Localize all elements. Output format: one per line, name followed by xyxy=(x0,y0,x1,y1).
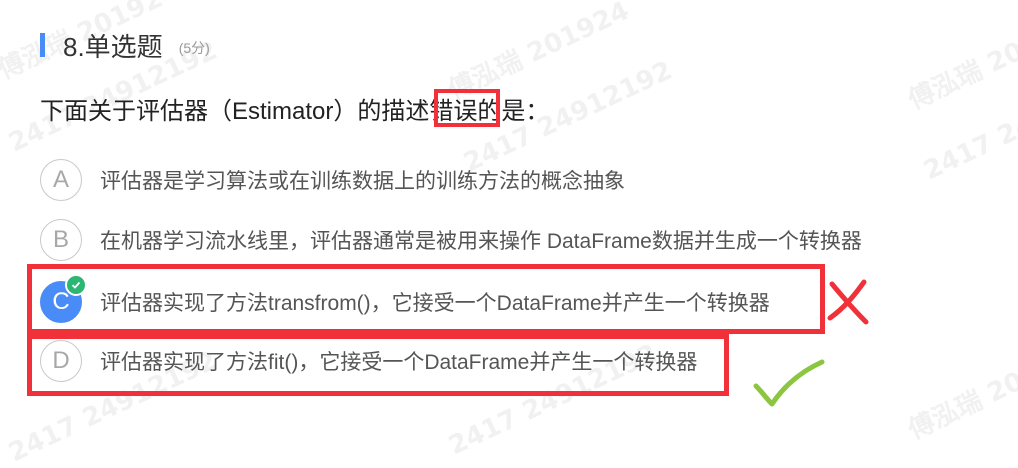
option-d-annotation-frame xyxy=(27,334,729,396)
green-check-icon xyxy=(753,359,825,407)
question-title: 8.单选题 xyxy=(63,31,163,62)
question-score: (5分) xyxy=(178,40,210,56)
option-c-annotation-frame xyxy=(27,264,825,334)
title-accent-bar xyxy=(40,33,45,57)
watermark-text: 傅泓瑞 201924 xyxy=(903,335,1018,446)
watermark-text: 2417 24912192 xyxy=(919,63,1018,187)
question-header: 8.单选题 (5分) xyxy=(40,28,210,62)
option-b[interactable]: B 在机器学习流水线里，评估器通常是被用来操作 DataFrame数据并生成一个… xyxy=(40,219,862,261)
stem-text: 下面关于评估器（Estimator）的描述 xyxy=(40,97,430,125)
option-a[interactable]: A 评估器是学习算法或在训练数据上的训练方法的概念抽象 xyxy=(40,159,625,201)
highlight-annotation-box xyxy=(434,89,500,127)
red-x-icon xyxy=(827,279,869,325)
watermark-text: 傅泓瑞 201924 xyxy=(903,5,1018,116)
option-text: 在机器学习流水线里，评估器通常是被用来操作 DataFrame数据并生成一个转换… xyxy=(100,230,862,253)
option-text: 评估器是学习算法或在训练数据上的训练方法的概念抽象 xyxy=(100,170,625,193)
option-letter-circle[interactable]: A xyxy=(40,159,82,201)
option-letter-circle[interactable]: B xyxy=(40,219,82,261)
